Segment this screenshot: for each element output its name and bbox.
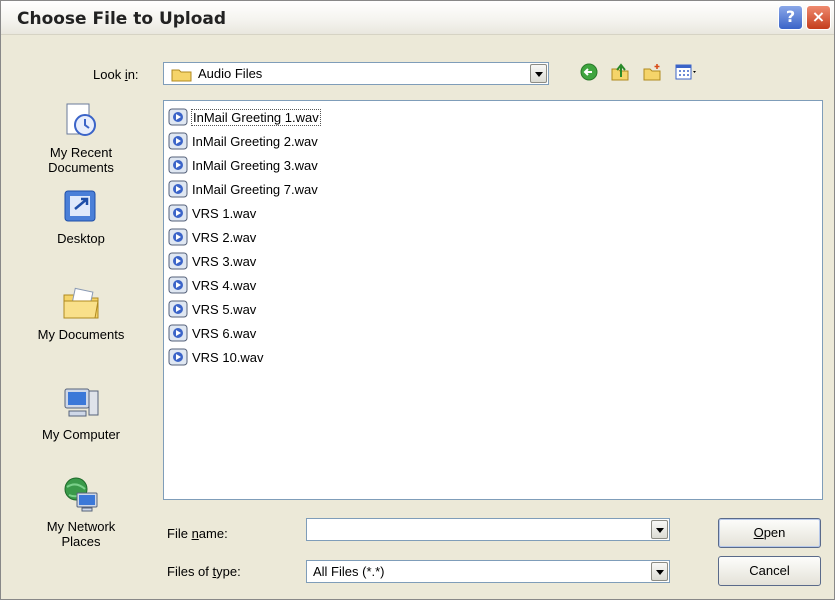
file-type-dropdown[interactable]: All Files (*.*) bbox=[306, 560, 670, 583]
list-item[interactable]: VRS 5.wav bbox=[168, 298, 256, 320]
window-title: Choose File to Upload bbox=[17, 9, 227, 29]
audio-file-icon bbox=[168, 348, 188, 366]
list-item[interactable]: VRS 10.wav bbox=[168, 346, 264, 368]
audio-file-icon bbox=[168, 204, 188, 222]
look-in-value: Audio Files bbox=[198, 66, 263, 81]
file-list[interactable]: InMail Greeting 1.wav InMail Greeting 2.… bbox=[163, 100, 823, 500]
audio-file-icon bbox=[168, 108, 188, 126]
up-folder-icon[interactable] bbox=[610, 62, 630, 82]
open-button[interactable]: Open bbox=[718, 518, 821, 548]
file-type-label: Files of type: bbox=[167, 564, 241, 579]
list-item[interactable]: VRS 1.wav bbox=[168, 202, 256, 224]
list-item[interactable]: InMail Greeting 1.wav bbox=[168, 106, 321, 128]
place-my-computer[interactable]: My Computer bbox=[11, 383, 151, 442]
file-name-field[interactable] bbox=[306, 518, 670, 541]
place-my-recent-documents[interactable]: My Recent Documents bbox=[11, 101, 151, 175]
title-bar[interactable]: Choose File to Upload ? × bbox=[1, 1, 834, 35]
place-my-documents[interactable]: My Documents bbox=[11, 283, 151, 342]
close-button[interactable]: × bbox=[806, 5, 831, 30]
chevron-down-icon[interactable] bbox=[651, 562, 668, 581]
cancel-button[interactable]: Cancel bbox=[718, 556, 821, 586]
list-item[interactable]: InMail Greeting 3.wav bbox=[168, 154, 318, 176]
file-name-label: File name: bbox=[167, 526, 228, 541]
list-item[interactable]: InMail Greeting 2.wav bbox=[168, 130, 318, 152]
audio-file-icon bbox=[168, 132, 188, 150]
file-type-value: All Files (*.*) bbox=[313, 564, 385, 579]
help-button[interactable]: ? bbox=[778, 5, 803, 30]
back-icon[interactable] bbox=[579, 62, 599, 82]
audio-file-icon bbox=[168, 156, 188, 174]
list-item[interactable]: VRS 2.wav bbox=[168, 226, 256, 248]
my-network-places-icon bbox=[64, 477, 98, 512]
new-folder-icon[interactable] bbox=[642, 62, 662, 82]
audio-file-icon bbox=[168, 324, 188, 342]
audio-file-icon bbox=[168, 300, 188, 318]
places-bar: My Recent Documents Desktop My Documents bbox=[11, 93, 151, 587]
audio-file-icon bbox=[168, 252, 188, 270]
place-my-network-places[interactable]: My Network Places bbox=[11, 475, 151, 549]
list-item[interactable]: InMail Greeting 7.wav bbox=[168, 178, 318, 200]
my-documents-icon bbox=[63, 287, 99, 319]
view-menu-icon[interactable] bbox=[674, 62, 700, 82]
list-item[interactable]: VRS 4.wav bbox=[168, 274, 256, 296]
chevron-down-icon[interactable] bbox=[651, 520, 668, 539]
look-in-label: Look in: bbox=[93, 67, 139, 82]
list-item[interactable]: VRS 3.wav bbox=[168, 250, 256, 272]
look-in-dropdown[interactable]: Audio Files bbox=[163, 62, 549, 85]
desktop-icon bbox=[64, 190, 96, 222]
chevron-down-icon[interactable] bbox=[530, 64, 547, 83]
audio-file-icon bbox=[168, 180, 188, 198]
audio-file-icon bbox=[168, 228, 188, 246]
file-upload-dialog: Choose File to Upload ? × Look in: Audio… bbox=[0, 0, 835, 600]
list-item[interactable]: VRS 6.wav bbox=[168, 322, 256, 344]
folder-icon bbox=[171, 69, 192, 82]
my-computer-icon bbox=[64, 388, 99, 417]
place-desktop[interactable]: Desktop bbox=[11, 187, 151, 246]
audio-file-icon bbox=[168, 276, 188, 294]
recent-documents-icon bbox=[66, 103, 96, 136]
